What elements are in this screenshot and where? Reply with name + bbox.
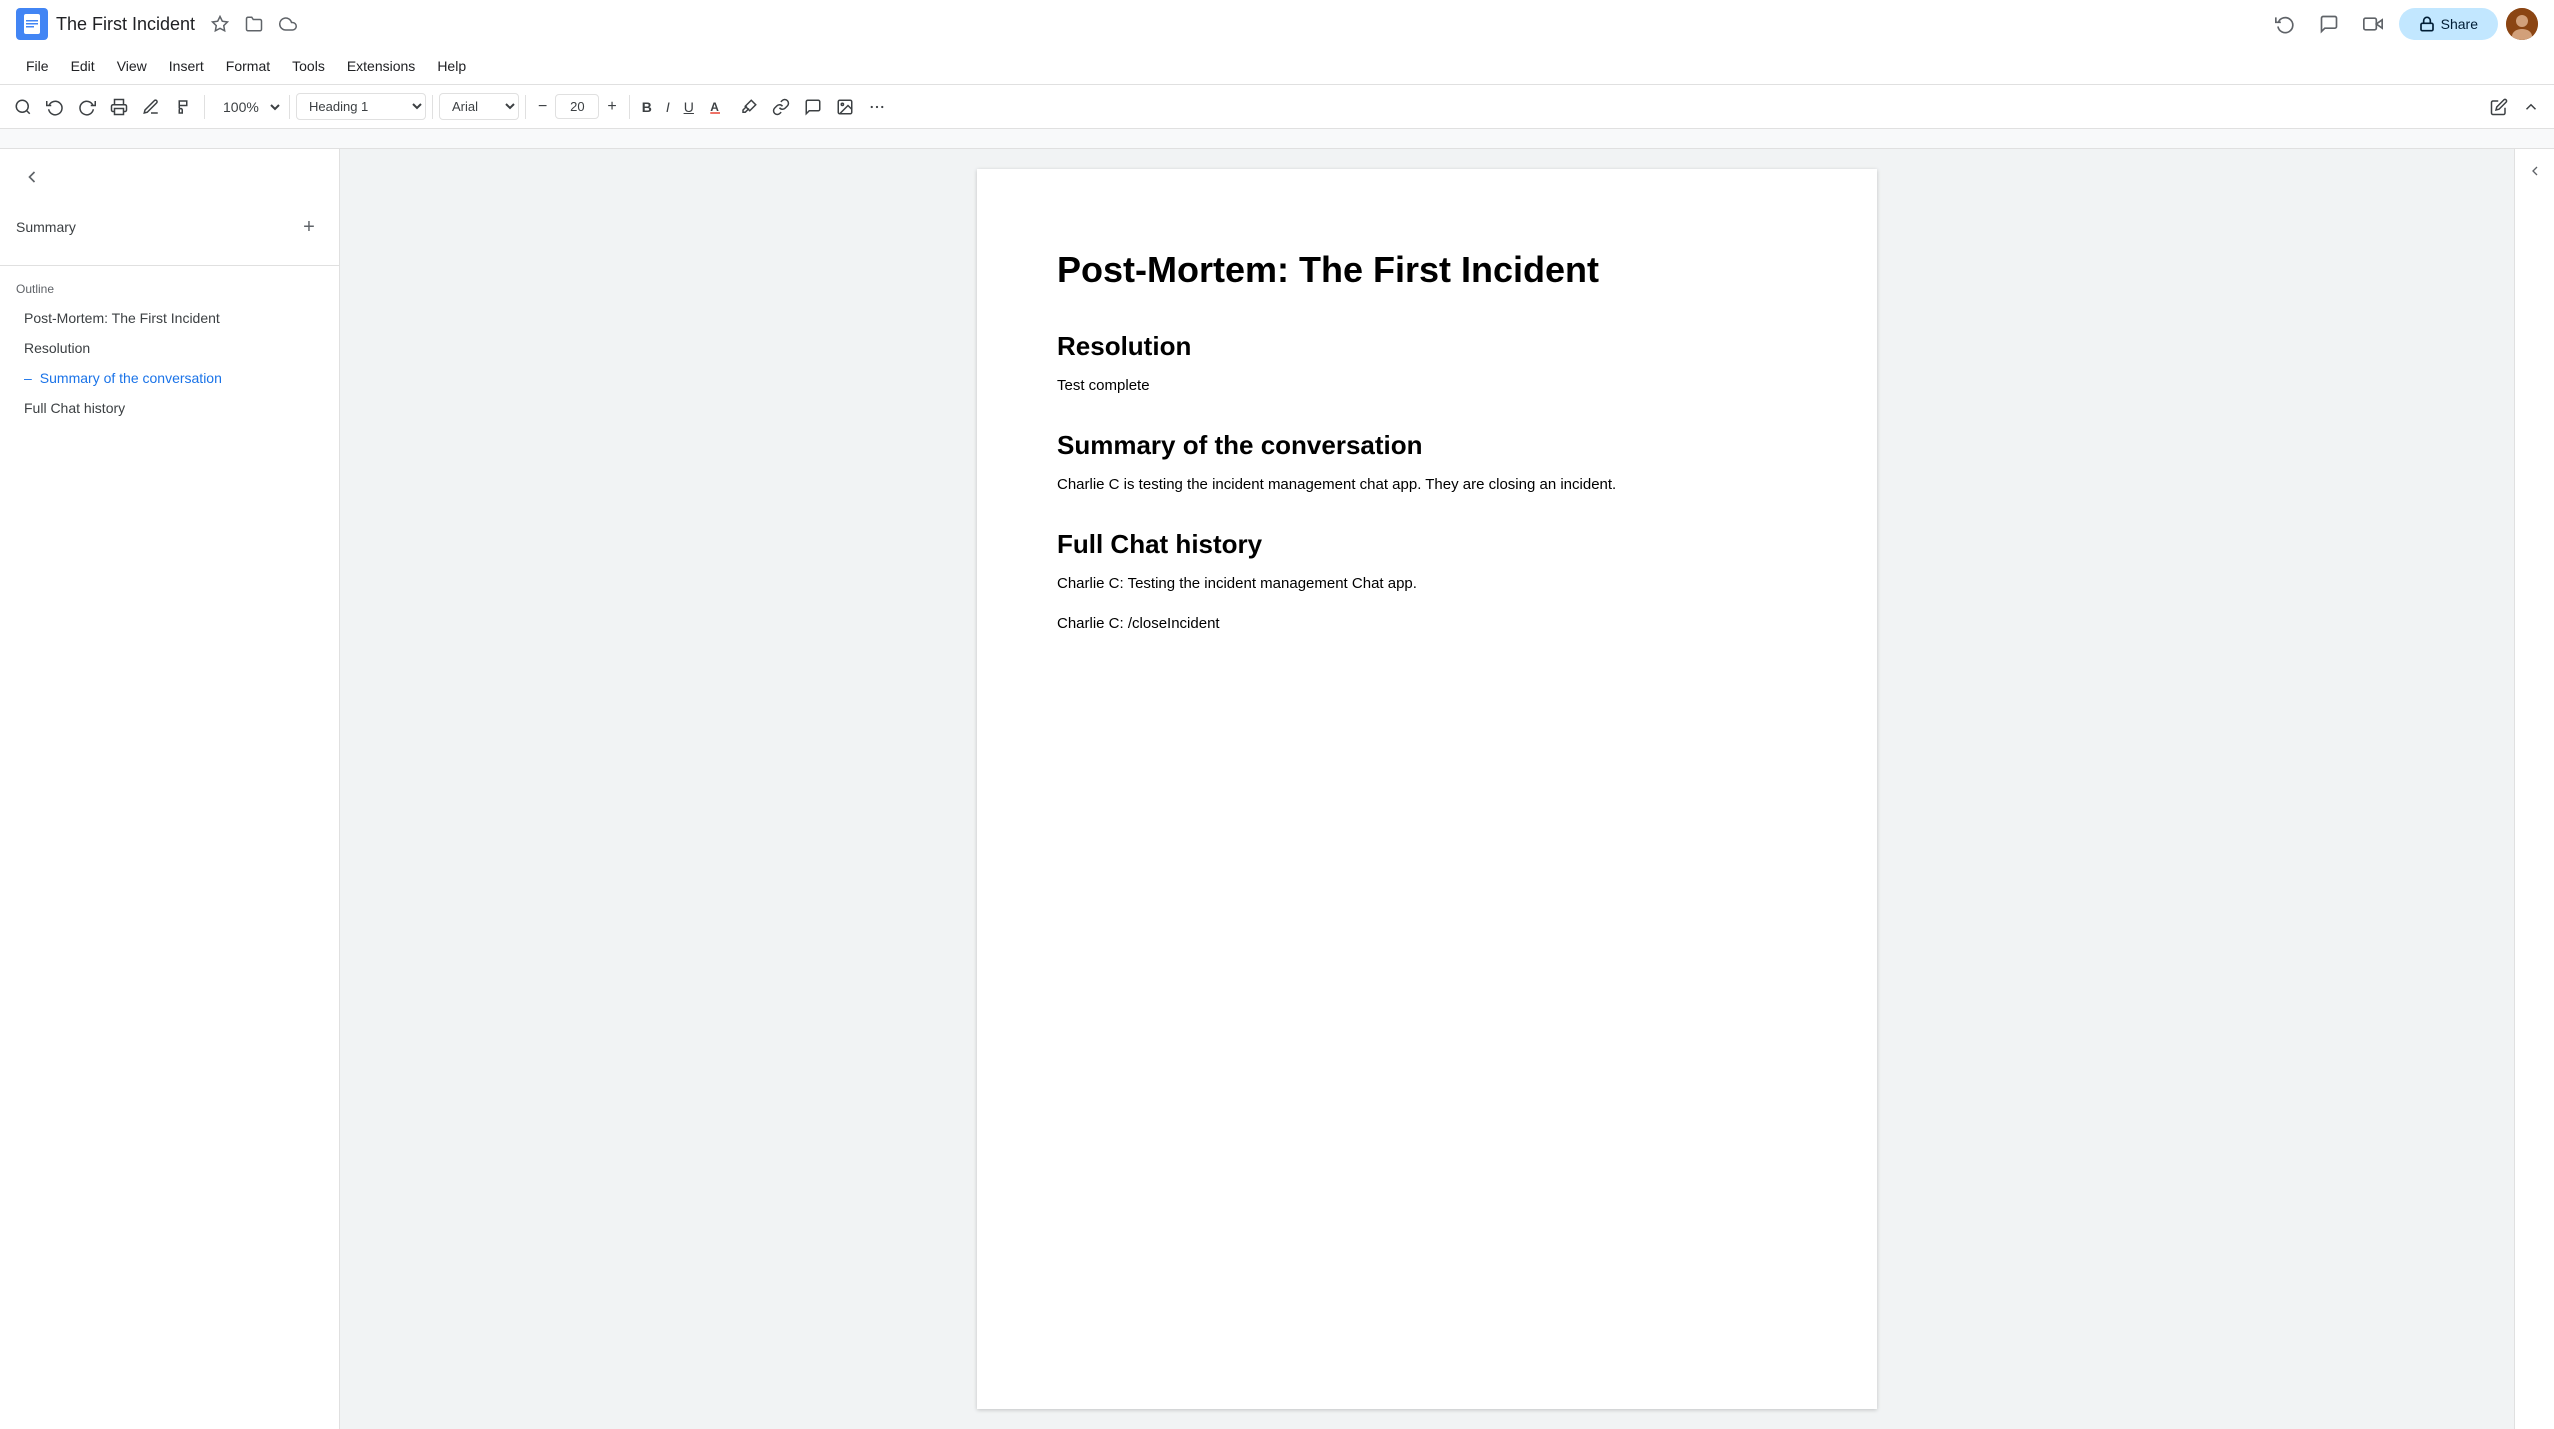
outline-label: Outline [16,282,323,296]
folder-button[interactable] [241,11,267,37]
font-size-increase-button[interactable]: + [601,94,622,120]
cloud-save-button[interactable] [275,11,301,37]
underline-button[interactable]: U [678,93,700,121]
undo-button[interactable] [40,92,70,122]
menu-bar: File Edit View Insert Format Tools Exten… [0,48,2554,84]
doc-title-heading: Post-Mortem: The First Incident [1057,249,1797,291]
divider-2 [289,95,290,119]
section-body-chat-line1: Charlie C: Testing the incident manageme… [1057,572,1797,596]
right-panel [2514,149,2554,1429]
right-panel-expand-button[interactable] [2521,157,2549,185]
menu-help[interactable]: Help [427,54,476,78]
outline-item-4[interactable]: Full Chat history [16,394,323,422]
section-body-summary: Charlie C is testing the incident manage… [1057,473,1797,497]
divider-3 [432,95,433,119]
share-button[interactable]: Share [2399,8,2498,40]
outline-item-3[interactable]: Summary of the conversation [16,364,323,392]
font-size-decrease-button[interactable]: − [532,94,553,120]
menu-view[interactable]: View [107,54,157,78]
add-summary-button[interactable]: + [295,213,323,241]
outline-item-1[interactable]: Post-Mortem: The First Incident [16,304,323,332]
outline-item-2[interactable]: Resolution [16,334,323,362]
more-options-button[interactable] [862,92,892,122]
menu-tools[interactable]: Tools [282,54,335,78]
section-body-resolution: Test complete [1057,374,1797,398]
summary-label: Summary [16,219,76,235]
doc-page: Post-Mortem: The First Incident Resoluti… [977,169,1877,1409]
toolbar: 100% Heading 1 Normal text Heading 2 Hea… [0,84,2554,128]
menu-insert[interactable]: Insert [159,54,214,78]
section-heading-chat: Full Chat history [1057,529,1797,560]
menu-file[interactable]: File [16,54,59,78]
user-avatar[interactable] [2506,8,2538,40]
history-button[interactable] [2267,6,2303,42]
divider-5 [629,95,630,119]
spellcheck-button[interactable] [136,92,166,122]
bold-button[interactable]: B [636,93,658,121]
doc-title: The First Incident [56,14,195,35]
paint-format-button[interactable] [168,92,198,122]
share-label: Share [2441,16,2478,32]
favorite-button[interactable] [207,11,233,37]
heading-style-select[interactable]: Heading 1 Normal text Heading 2 Heading … [296,93,426,120]
sidebar: Summary + Outline Post-Mortem: The First… [0,149,340,1429]
collapse-toolbar-button[interactable] [2516,92,2546,122]
text-color-button[interactable]: A [702,92,732,122]
ruler [0,129,2554,149]
search-button[interactable] [8,92,38,122]
sidebar-back-button[interactable] [16,161,48,193]
comments-button[interactable] [2311,6,2347,42]
section-heading-resolution: Resolution [1057,331,1797,362]
divider-1 [204,95,205,119]
menu-format[interactable]: Format [216,54,280,78]
menu-extensions[interactable]: Extensions [337,54,425,78]
document-area[interactable]: Post-Mortem: The First Incident Resoluti… [340,149,2514,1429]
highlight-button[interactable] [734,92,764,122]
section-body-chat-line2: Charlie C: /closeIncident [1057,612,1797,636]
section-heading-summary: Summary of the conversation [1057,430,1797,461]
italic-button[interactable]: I [660,93,676,121]
svg-text:A: A [710,99,719,113]
google-docs-icon [16,8,48,40]
font-size-input[interactable] [555,94,599,119]
menu-edit[interactable]: Edit [61,54,105,78]
divider-4 [525,95,526,119]
meet-button[interactable] [2355,6,2391,42]
print-button[interactable] [104,92,134,122]
redo-button[interactable] [72,92,102,122]
edit-mode-button[interactable] [2484,92,2514,122]
link-button[interactable] [766,92,796,122]
font-select[interactable]: Arial [439,93,519,120]
comment-inline-button[interactable] [798,92,828,122]
zoom-select[interactable]: 100% [211,94,283,120]
image-button[interactable] [830,92,860,122]
